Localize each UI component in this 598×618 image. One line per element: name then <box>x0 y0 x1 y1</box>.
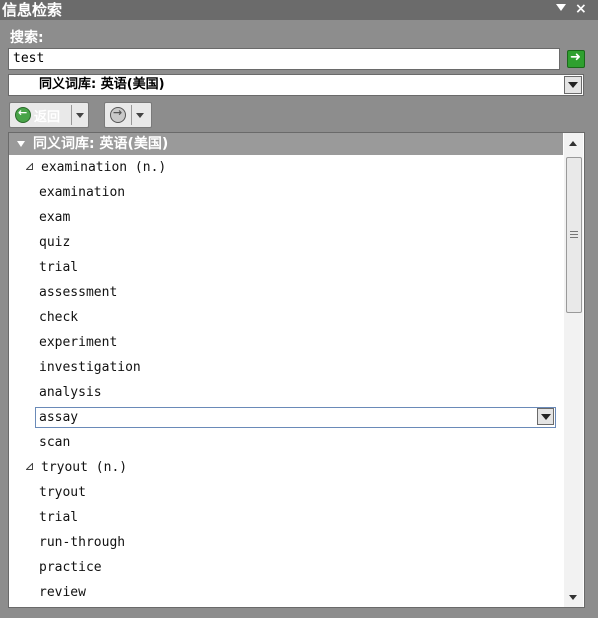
result-group[interactable]: examination (n.) <box>9 155 563 180</box>
list-item[interactable]: trial <box>9 255 563 280</box>
result-group-label: tryout (n.) <box>41 460 128 475</box>
list-item[interactable]: scan <box>9 430 563 455</box>
list-item-label: scan <box>39 435 71 450</box>
research-pane: 信息检索 × 搜索: test ➜ 同义词库: 英语(美国) ← 返回 → 同义… <box>0 0 598 618</box>
group-expanded-triangle-icon[interactable] <box>26 463 33 470</box>
search-input[interactable]: test <box>8 48 560 70</box>
list-item[interactable]: experiment <box>9 330 563 355</box>
forward-button[interactable]: → <box>104 102 152 128</box>
back-button-divider <box>71 105 72 125</box>
pane-title: 信息检索 <box>2 1 63 19</box>
scroll-down-icon[interactable] <box>569 595 577 600</box>
scrollbar-thumb[interactable] <box>566 157 582 313</box>
back-history-dropdown-icon[interactable] <box>76 113 84 118</box>
forward-button-divider <box>131 105 132 125</box>
close-icon[interactable]: × <box>575 0 587 18</box>
list-item[interactable]: assessment <box>9 280 563 305</box>
list-item-label: trial <box>39 510 79 525</box>
list-item-label: experiment <box>39 335 118 350</box>
back-button-label: 返回 <box>34 110 61 125</box>
list-item[interactable]: analysis <box>9 380 563 405</box>
list-item[interactable]: quiz <box>9 230 563 255</box>
chevron-down-icon[interactable] <box>564 76 582 94</box>
pane-options-dropdown-icon[interactable] <box>556 4 566 11</box>
item-options-dropdown-icon[interactable] <box>537 408 554 425</box>
grip-icon <box>570 231 578 232</box>
results-header[interactable]: 同义词库: 英语(美国) <box>9 133 563 155</box>
list-item-label: analysis <box>39 385 102 400</box>
list-item[interactable]: tryout <box>9 480 563 505</box>
result-group-label: examination (n.) <box>41 160 167 175</box>
list-item[interactable]: examination <box>9 180 563 205</box>
list-item-label: quiz <box>39 235 71 250</box>
forward-history-dropdown-icon[interactable] <box>136 113 144 118</box>
back-button[interactable]: ← 返回 <box>9 102 89 128</box>
list-item[interactable]: review <box>9 580 563 605</box>
forward-arrow-icon: → <box>110 106 126 123</box>
list-item-label: run-through <box>39 535 126 550</box>
pane-titlebar: 信息检索 × <box>0 0 598 20</box>
list-item-label: tryout <box>39 485 86 500</box>
go-arrow-icon: ➜ <box>570 50 581 65</box>
list-item-label: investigation <box>39 360 141 375</box>
go-button[interactable]: ➜ <box>567 50 585 68</box>
list-item-label: check <box>39 310 79 325</box>
back-arrow-icon: ← <box>15 106 31 123</box>
collapse-triangle-icon[interactable] <box>17 141 25 147</box>
list-item-label: trial <box>39 260 79 275</box>
list-item[interactable]: exam <box>9 205 563 230</box>
reference-source-value: 同义词库: 英语(美国) <box>39 77 165 92</box>
selected-item-outline <box>35 407 556 428</box>
results-panel: 同义词库: 英语(美国) examination (n.) examination… <box>8 132 585 608</box>
list-item-label: assessment <box>39 285 118 300</box>
search-label: 搜索: <box>10 30 44 46</box>
list-item-label: exam <box>39 210 71 225</box>
list-item[interactable]: trial <box>9 505 563 530</box>
group-expanded-triangle-icon[interactable] <box>26 163 33 170</box>
list-item[interactable]: practice <box>9 555 563 580</box>
list-item-label: examination <box>39 185 126 200</box>
list-item-label: practice <box>39 560 102 575</box>
vertical-scrollbar[interactable] <box>564 133 583 607</box>
reference-source-select[interactable]: 同义词库: 英语(美国) <box>8 74 584 96</box>
result-group[interactable]: tryout (n.) <box>9 455 563 480</box>
list-item-label: assay <box>39 410 79 425</box>
list-item-label: review <box>39 585 86 600</box>
scroll-up-icon[interactable] <box>569 141 577 146</box>
results-header-label: 同义词库: 英语(美国) <box>33 136 169 152</box>
list-item[interactable]: run-through <box>9 530 563 555</box>
list-item[interactable]: check <box>9 305 563 330</box>
list-item[interactable]: assay <box>9 405 563 430</box>
list-item[interactable]: investigation <box>9 355 563 380</box>
